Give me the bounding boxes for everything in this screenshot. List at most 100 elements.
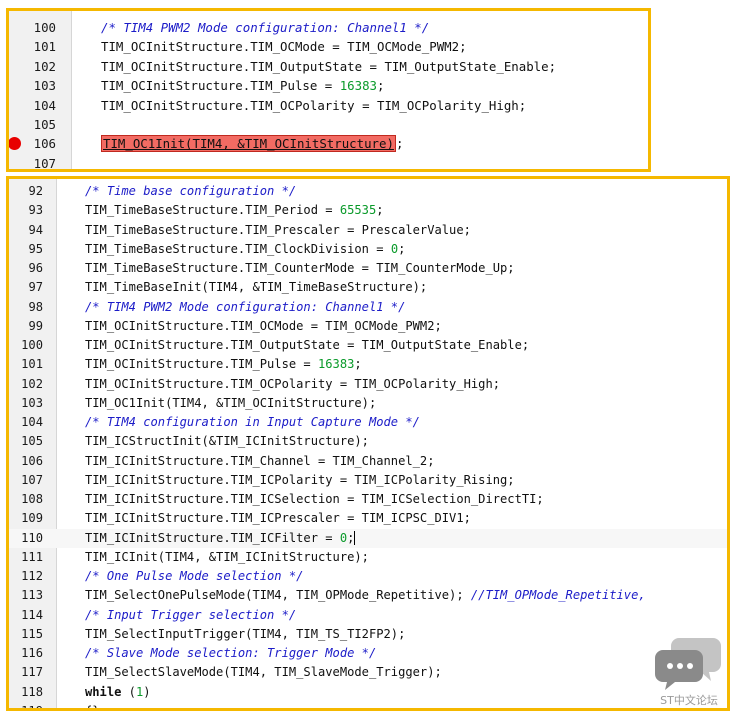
line-number: 118 [21,684,43,699]
code-text: {} [85,702,100,708]
code-number: 65535 [339,203,377,218]
code-line[interactable]: 97 TIM_TimeBaseInit(TIM4, &TIM_TimeBaseSt… [9,278,727,297]
line-number: 114 [21,607,43,622]
line-number: 110 [21,530,43,545]
code-text: TIM_OC1Init(TIM4, &TIM_OCInitStructure); [101,134,403,153]
code-text: TIM_OCInitStructure.TIM_OCMode = TIM_OCM… [85,317,442,336]
code-line[interactable]: 102 TIM_OCInitStructure.TIM_OutputState =… [9,57,648,76]
line-number: 105 [21,434,43,449]
code-line[interactable]: 100 /* TIM4 PWM2 Mode configuration: Chan… [9,18,648,37]
line-number: 97 [28,280,43,295]
code-line[interactable]: 110 TIM_ICInitStructure.TIM_ICFilter = 0; [9,528,727,548]
code-token: ; [376,203,384,218]
code-token: TIM_OCInitStructure.TIM_OutputState = TI… [85,338,530,352]
code-text: TIM_OCInitStructure.TIM_OCPolarity = TIM… [101,96,526,115]
code-line[interactable]: 104 TIM_OCInitStructure.TIM_OCPolarity = … [9,96,648,115]
line-number: 105 [33,116,56,132]
code-text: /* TIM4 PWM2 Mode configuration: Channel… [85,298,405,317]
line-number: 117 [21,665,43,680]
code-line[interactable]: 96 TIM_TimeBaseStructure.TIM_CounterMode … [9,259,727,278]
code-text: TIM_SelectSlaveMode(TIM4, TIM_SlaveMode_… [85,663,442,682]
code-token: TIM_OCInitStructure.TIM_Pulse = [85,357,318,372]
code-line[interactable]: 100 TIM_OCInitStructure.TIM_OutputState =… [9,336,727,355]
line-number: 111 [21,549,43,564]
code-line[interactable]: 103 TIM_OCInitStructure.TIM_Pulse = 16383… [9,76,648,95]
code-token: ; [347,530,355,545]
code-line[interactable]: 103 TIM_OC1Init(TIM4, &TIM_OCInitStructur… [9,394,727,413]
code-line[interactable]: 99 TIM_OCInitStructure.TIM_OCMode = TIM_O… [9,317,727,336]
code-line[interactable]: 119 {} [9,702,727,708]
line-number: 101 [33,39,56,55]
code-line[interactable]: 108 TIM_ICInitStructure.TIM_ICSelection =… [9,490,727,509]
code-line[interactable]: 118 while (1) [9,683,727,702]
code-token: TIM_TimeBaseStructure.TIM_CounterMode = … [85,261,515,275]
code-token: TIM_TimeBaseStructure.TIM_Period = [85,203,340,218]
code-text: /* Slave Mode selection: Trigger Mode */ [85,644,376,663]
code-editor-panel-top: 100 /* TIM4 PWM2 Mode configuration: Chan… [6,8,651,172]
code-line[interactable]: 93 TIM_TimeBaseStructure.TIM_Period = 655… [9,201,727,220]
line-number: 102 [21,376,43,391]
code-token: TIM_SelectSlaveMode(TIM4, TIM_SlaveMode_… [85,665,442,680]
line-number: 98 [28,299,43,314]
code-line[interactable]: 117 TIM_SelectSlaveMode(TIM4, TIM_SlaveMo… [9,663,727,682]
code-token: ( [121,684,136,699]
code-line[interactable]: 107 TIM_ICInitStructure.TIM_ICPolarity = … [9,471,727,490]
code-line[interactable]: 106 TIM_OC1Init(TIM4, &TIM_OCInitStructur… [9,134,648,153]
code-text: /* Time base configuration */ [85,182,296,201]
code-token: TIM_OCInitStructure.TIM_OCPolarity = TIM… [101,97,527,113]
code-line[interactable]: 115 TIM_SelectInputTrigger(TIM4, TIM_TS_T… [9,625,727,644]
text-caret [354,531,356,545]
line-number: 108 [21,492,43,506]
line-number: 100 [21,338,43,352]
code-comment: /* Input Trigger selection */ [85,607,297,622]
code-line[interactable]: 111 TIM_ICInit(TIM4, &TIM_ICInitStructure… [9,548,727,567]
code-line[interactable]: 109 TIM_ICInitStructure.TIM_ICPrescaler =… [9,509,727,528]
code-line[interactable]: 105 [9,115,648,134]
code-text: TIM_OCInitStructure.TIM_Pulse = 16383; [85,355,362,374]
code-text: TIM_ICInitStructure.TIM_ICPrescaler = TI… [85,509,471,528]
line-number: 93 [28,203,43,218]
code-token: TIM_ICInitStructure.TIM_ICPrescaler = TI… [85,511,471,526]
line-number: 116 [21,646,43,660]
code-line[interactable]: 106 TIM_ICInitStructure.TIM_Channel = TIM… [9,452,727,471]
code-text: TIM_TimeBaseInit(TIM4, &TIM_TimeBaseStru… [85,278,427,297]
code-line[interactable]: 105 TIM_ICStructInit(&TIM_ICInitStructure… [9,432,727,451]
code-comment: /* Slave Mode selection: Trigger Mode */ [85,646,377,660]
code-text: TIM_TimeBaseStructure.TIM_CounterMode = … [85,259,515,278]
code-line[interactable]: 116 /* Slave Mode selection: Trigger Mode… [9,644,727,663]
code-comment: /* Time base configuration */ [85,184,297,198]
code-token: ; [377,78,385,94]
code-token: ; [398,241,406,256]
code-token: TIM_ICInitStructure.TIM_ICSelection = TI… [85,492,544,506]
line-number: 96 [28,261,43,275]
code-text: TIM_OCInitStructure.TIM_OCMode = TIM_OCM… [101,37,467,56]
code-text: TIM_TimeBaseStructure.TIM_Period = 65535… [85,201,384,220]
code-text: TIM_OCInitStructure.TIM_OutputState = TI… [85,336,529,355]
code-line[interactable]: 114 /* Input Trigger selection */ [9,606,727,625]
code-line[interactable]: 101 TIM_OCInitStructure.TIM_Pulse = 16383… [9,355,727,374]
line-number: 99 [28,318,43,333]
code-comment: /* TIM4 PWM2 Mode configuration: Channel… [85,299,406,314]
code-line[interactable]: 98 /* TIM4 PWM2 Mode configuration: Chann… [9,298,727,317]
code-token: TIM_ICStructInit(&TIM_ICInitStructure); [85,434,369,449]
code-line[interactable]: 92 /* Time base configuration */ [9,182,727,201]
line-number: 106 [21,453,43,468]
code-line[interactable]: 104 /* TIM4 configuration in Input Captur… [9,413,727,432]
code-token: TIM_SelectOnePulseMode(TIM4, TIM_OPMode_… [85,588,471,603]
code-token: TIM_ICInitStructure.TIM_ICFilter = [85,530,340,545]
code-line[interactable]: 102 TIM_OCInitStructure.TIM_OCPolarity = … [9,375,727,394]
code-token: ) [143,684,151,699]
code-line[interactable]: 113 TIM_SelectOnePulseMode(TIM4, TIM_OPMo… [9,586,727,605]
code-line[interactable]: 94 TIM_TimeBaseStructure.TIM_Prescaler = … [9,221,727,240]
code-text: TIM_ICStructInit(&TIM_ICInitStructure); [85,432,369,451]
chat-bubbles-icon [655,638,721,690]
code-token: TIM_TimeBaseStructure.TIM_ClockDivision … [85,241,391,256]
line-number: 107 [21,472,43,487]
line-number: 103 [21,395,43,410]
code-line[interactable]: 107 [9,154,648,169]
code-line[interactable]: 101 TIM_OCInitStructure.TIM_OCMode = TIM_… [9,37,648,56]
code-line[interactable]: 95 TIM_TimeBaseStructure.TIM_ClockDivisio… [9,240,727,259]
code-line[interactable]: 112 /* One Pulse Mode selection */ [9,567,727,586]
line-number: 95 [28,241,43,256]
code-text: /* TIM4 PWM2 Mode configuration: Channel… [101,18,429,37]
